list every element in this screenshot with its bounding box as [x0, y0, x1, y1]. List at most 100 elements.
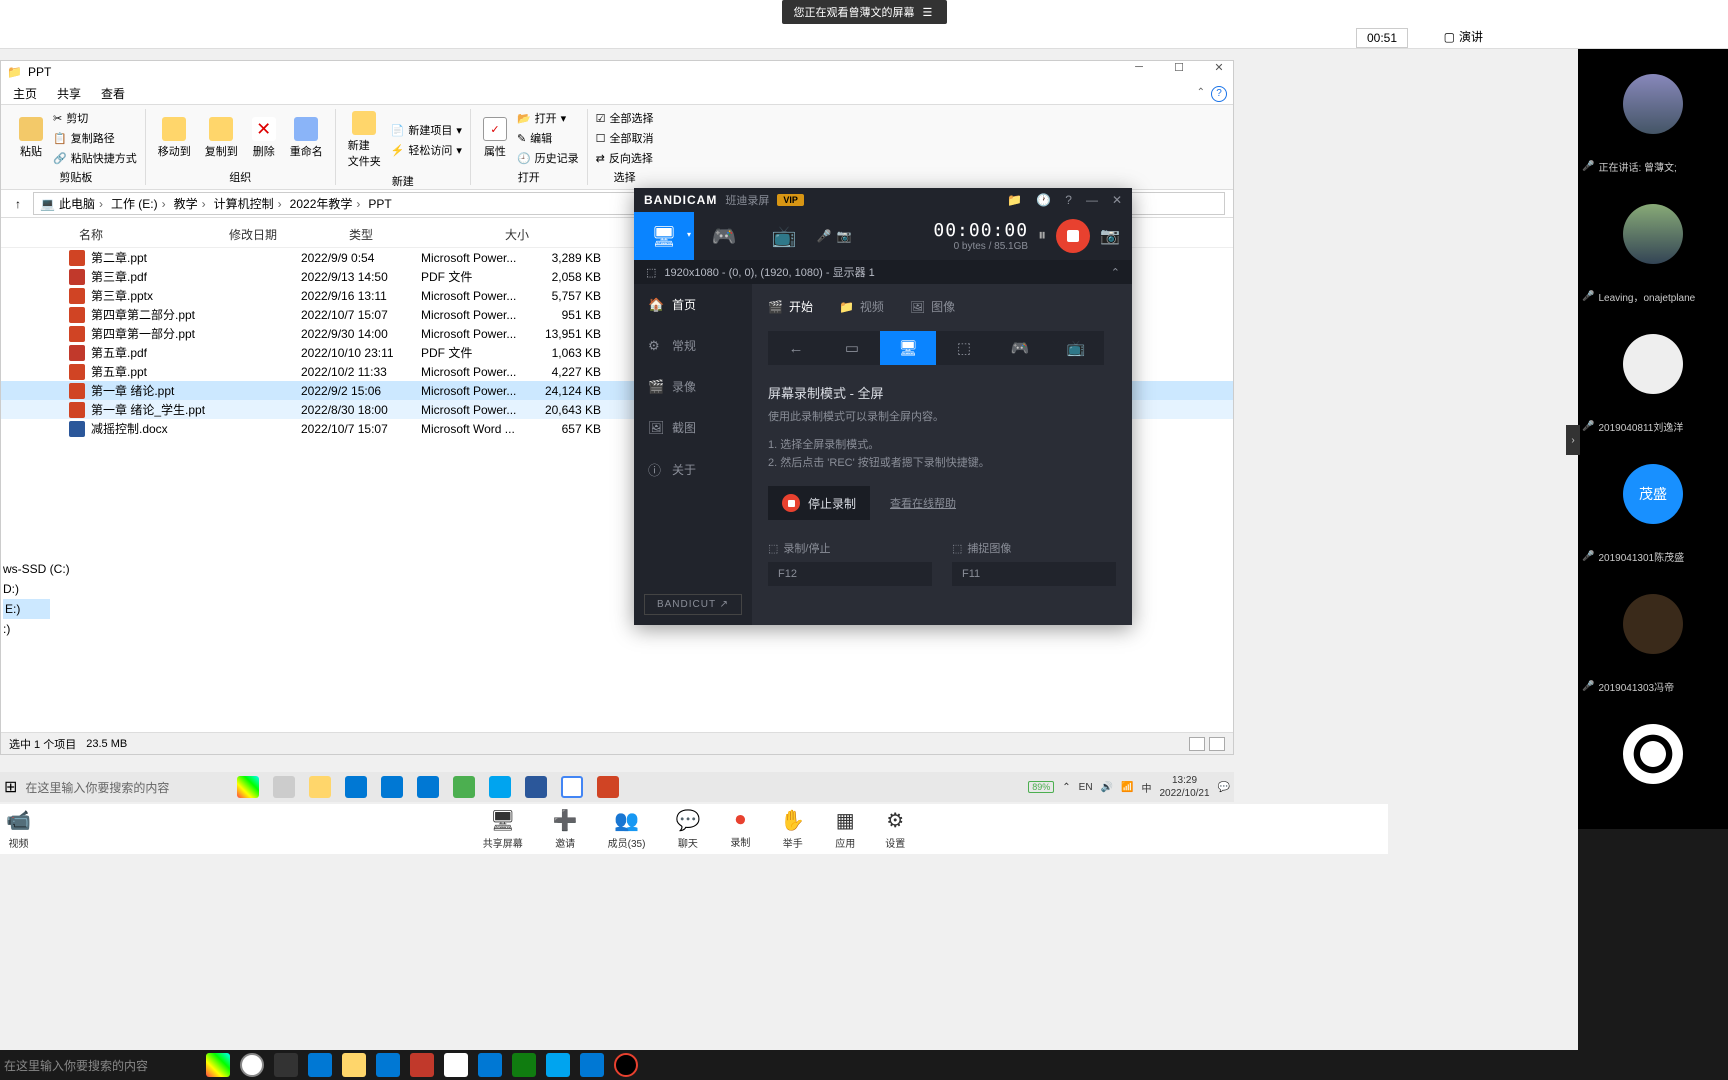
- nav-up-icon[interactable]: ↑: [9, 195, 27, 213]
- webcam-icon[interactable]: 📷: [834, 229, 854, 243]
- taskbar-app-icon[interactable]: [410, 1053, 434, 1077]
- edit-button[interactable]: ✎ 编辑: [517, 129, 579, 147]
- tab-view[interactable]: 查看: [101, 85, 125, 102]
- participant[interactable]: 🎤2019041303冯帝: [1578, 569, 1728, 699]
- column-name[interactable]: 名称: [9, 226, 229, 243]
- record[interactable]: ⏺录制: [730, 809, 750, 849]
- tab-home[interactable]: 主页: [13, 85, 37, 102]
- chat[interactable]: 💬聊天: [675, 808, 700, 850]
- taskbar-app-icon[interactable]: [580, 1053, 604, 1077]
- invert-select-button[interactable]: ⇄ 反向选择: [596, 149, 654, 167]
- hamburger-icon[interactable]: [923, 6, 935, 19]
- raise-hand[interactable]: ✋举手: [780, 808, 805, 850]
- camera-button[interactable]: 📷: [1100, 226, 1120, 246]
- game-mode-button[interactable]: 🎮: [694, 212, 754, 260]
- column-type[interactable]: 类型: [349, 226, 469, 243]
- taskbar-app-icon[interactable]: [489, 776, 511, 798]
- search-input[interactable]: 在这里输入你要搜索的内容: [4, 1057, 148, 1074]
- start-button[interactable]: [240, 1053, 264, 1077]
- task-view-icon[interactable]: [274, 1053, 298, 1077]
- icons-view-icon[interactable]: [1209, 737, 1225, 751]
- collapse-panel-icon[interactable]: ›: [1566, 425, 1580, 455]
- select-all-button[interactable]: ☑ 全部选择: [596, 109, 654, 127]
- new-item-button[interactable]: 📄 新建项目 ▾: [391, 121, 462, 139]
- mode-device-icon[interactable]: 📺: [1048, 331, 1104, 365]
- taskbar-app-icon[interactable]: [237, 776, 259, 798]
- side-about[interactable]: ⓘ关于: [634, 448, 752, 491]
- record-button[interactable]: [1056, 219, 1090, 253]
- history-button[interactable]: 🕘 历史记录: [517, 149, 579, 167]
- participant[interactable]: 🎤正在讲话: 曾薄文;: [1578, 49, 1728, 179]
- participant[interactable]: [1578, 699, 1728, 829]
- rename-button[interactable]: 重命名: [286, 115, 327, 161]
- collapse-ribbon-icon[interactable]: ⌃: [1197, 87, 1205, 98]
- tab-start[interactable]: 🎬 开始: [768, 298, 813, 315]
- bandicut-link[interactable]: BANDICUT ↗: [644, 594, 742, 615]
- side-home[interactable]: 🏠首页: [634, 284, 752, 325]
- tab-video[interactable]: 📁 视频: [839, 298, 884, 315]
- taskbar-app-icon[interactable]: [478, 1053, 502, 1077]
- copy-path-button[interactable]: 📋 复制路径: [53, 129, 137, 147]
- mode-fullscreen-icon[interactable]: 🖥: [880, 331, 936, 365]
- taskbar-app-icon[interactable]: [453, 776, 475, 798]
- taskbar-app-icon[interactable]: [273, 776, 295, 798]
- record-icon[interactable]: [614, 1053, 638, 1077]
- mode-game-icon[interactable]: 🎮: [992, 331, 1048, 365]
- stop-record-button[interactable]: 停止录制: [768, 486, 870, 520]
- store-icon[interactable]: [381, 776, 403, 798]
- clock[interactable]: 13:292022/10/21: [1159, 775, 1209, 800]
- tab-image[interactable]: 🖼 图像: [910, 298, 955, 315]
- participant[interactable]: 🎤Leaving，onajetplane: [1578, 179, 1728, 309]
- chrome-icon[interactable]: [561, 776, 583, 798]
- delete-button[interactable]: ✕删除: [248, 115, 280, 161]
- participant[interactable]: 茂盛 🎤2019041301陈茂盛: [1578, 439, 1728, 569]
- open-button[interactable]: 📂 打开 ▾: [517, 109, 579, 127]
- details-view-icon[interactable]: [1189, 737, 1205, 751]
- side-video[interactable]: 🎬录像: [634, 366, 752, 407]
- tab-share[interactable]: 共享: [57, 85, 81, 102]
- participant[interactable]: 🎤2019040811刘逸洋: [1578, 309, 1728, 439]
- folder-icon[interactable]: [309, 776, 331, 798]
- properties-button[interactable]: ✓属性: [479, 115, 511, 161]
- nav-tree[interactable]: ws-SSD (C:) D:) E:) :): [1, 559, 70, 639]
- column-date[interactable]: 修改日期: [229, 226, 349, 243]
- mode-rect-icon[interactable]: ▭: [824, 331, 880, 365]
- mail-icon[interactable]: [376, 1053, 400, 1077]
- ie-icon[interactable]: [546, 1053, 570, 1077]
- help-icon[interactable]: ?: [1065, 193, 1072, 207]
- mic-icon[interactable]: 🎤: [814, 229, 834, 243]
- copy-button[interactable]: 复制到: [201, 115, 242, 161]
- present-button[interactable]: 演讲: [1444, 28, 1483, 45]
- maximize-button[interactable]: ☐: [1169, 61, 1189, 74]
- paste-shortcut-button[interactable]: 🔗 粘贴快捷方式: [53, 149, 137, 167]
- edge-icon[interactable]: [308, 1053, 332, 1077]
- mail-icon[interactable]: [345, 776, 367, 798]
- settings[interactable]: ⚙设置: [885, 808, 905, 850]
- video-toggle[interactable]: 📹视频: [6, 808, 31, 850]
- clock-icon[interactable]: 🕐: [1036, 193, 1051, 207]
- word-icon[interactable]: [525, 776, 547, 798]
- new-folder-button[interactable]: 新建 文件夹: [344, 109, 385, 171]
- pause-button[interactable]: ⏸: [1038, 227, 1046, 245]
- paste-button[interactable]: 粘贴: [15, 115, 47, 161]
- taskbar-app-icon[interactable]: [512, 1053, 536, 1077]
- folder-icon[interactable]: 📁: [1007, 193, 1022, 207]
- edge-icon[interactable]: [417, 776, 439, 798]
- cut-button[interactable]: ✂ 剪切: [53, 109, 137, 127]
- minimize-icon[interactable]: —: [1086, 193, 1098, 207]
- side-general[interactable]: ⚙常规: [634, 325, 752, 366]
- move-button[interactable]: 移动到: [154, 115, 195, 161]
- search-input[interactable]: 在这里输入你要搜索的内容: [25, 779, 169, 796]
- ppt-icon[interactable]: [597, 776, 619, 798]
- easy-access-button[interactable]: ⚡ 轻松访问 ▾: [391, 141, 462, 159]
- share-screen[interactable]: 🖥共享屏幕: [483, 808, 523, 850]
- close-button[interactable]: ✕: [1209, 61, 1229, 74]
- apps[interactable]: ▦应用: [835, 808, 855, 850]
- invite[interactable]: ➕邀请: [553, 808, 578, 850]
- chrome-icon[interactable]: [444, 1053, 468, 1077]
- device-mode-button[interactable]: 📺: [754, 212, 814, 260]
- mode-around-mouse-icon[interactable]: ⬚: [936, 331, 992, 365]
- hotkey-cap[interactable]: F11: [952, 562, 1116, 586]
- screen-mode-button[interactable]: 🖥▾: [634, 212, 694, 260]
- hotkey-rec[interactable]: F12: [768, 562, 932, 586]
